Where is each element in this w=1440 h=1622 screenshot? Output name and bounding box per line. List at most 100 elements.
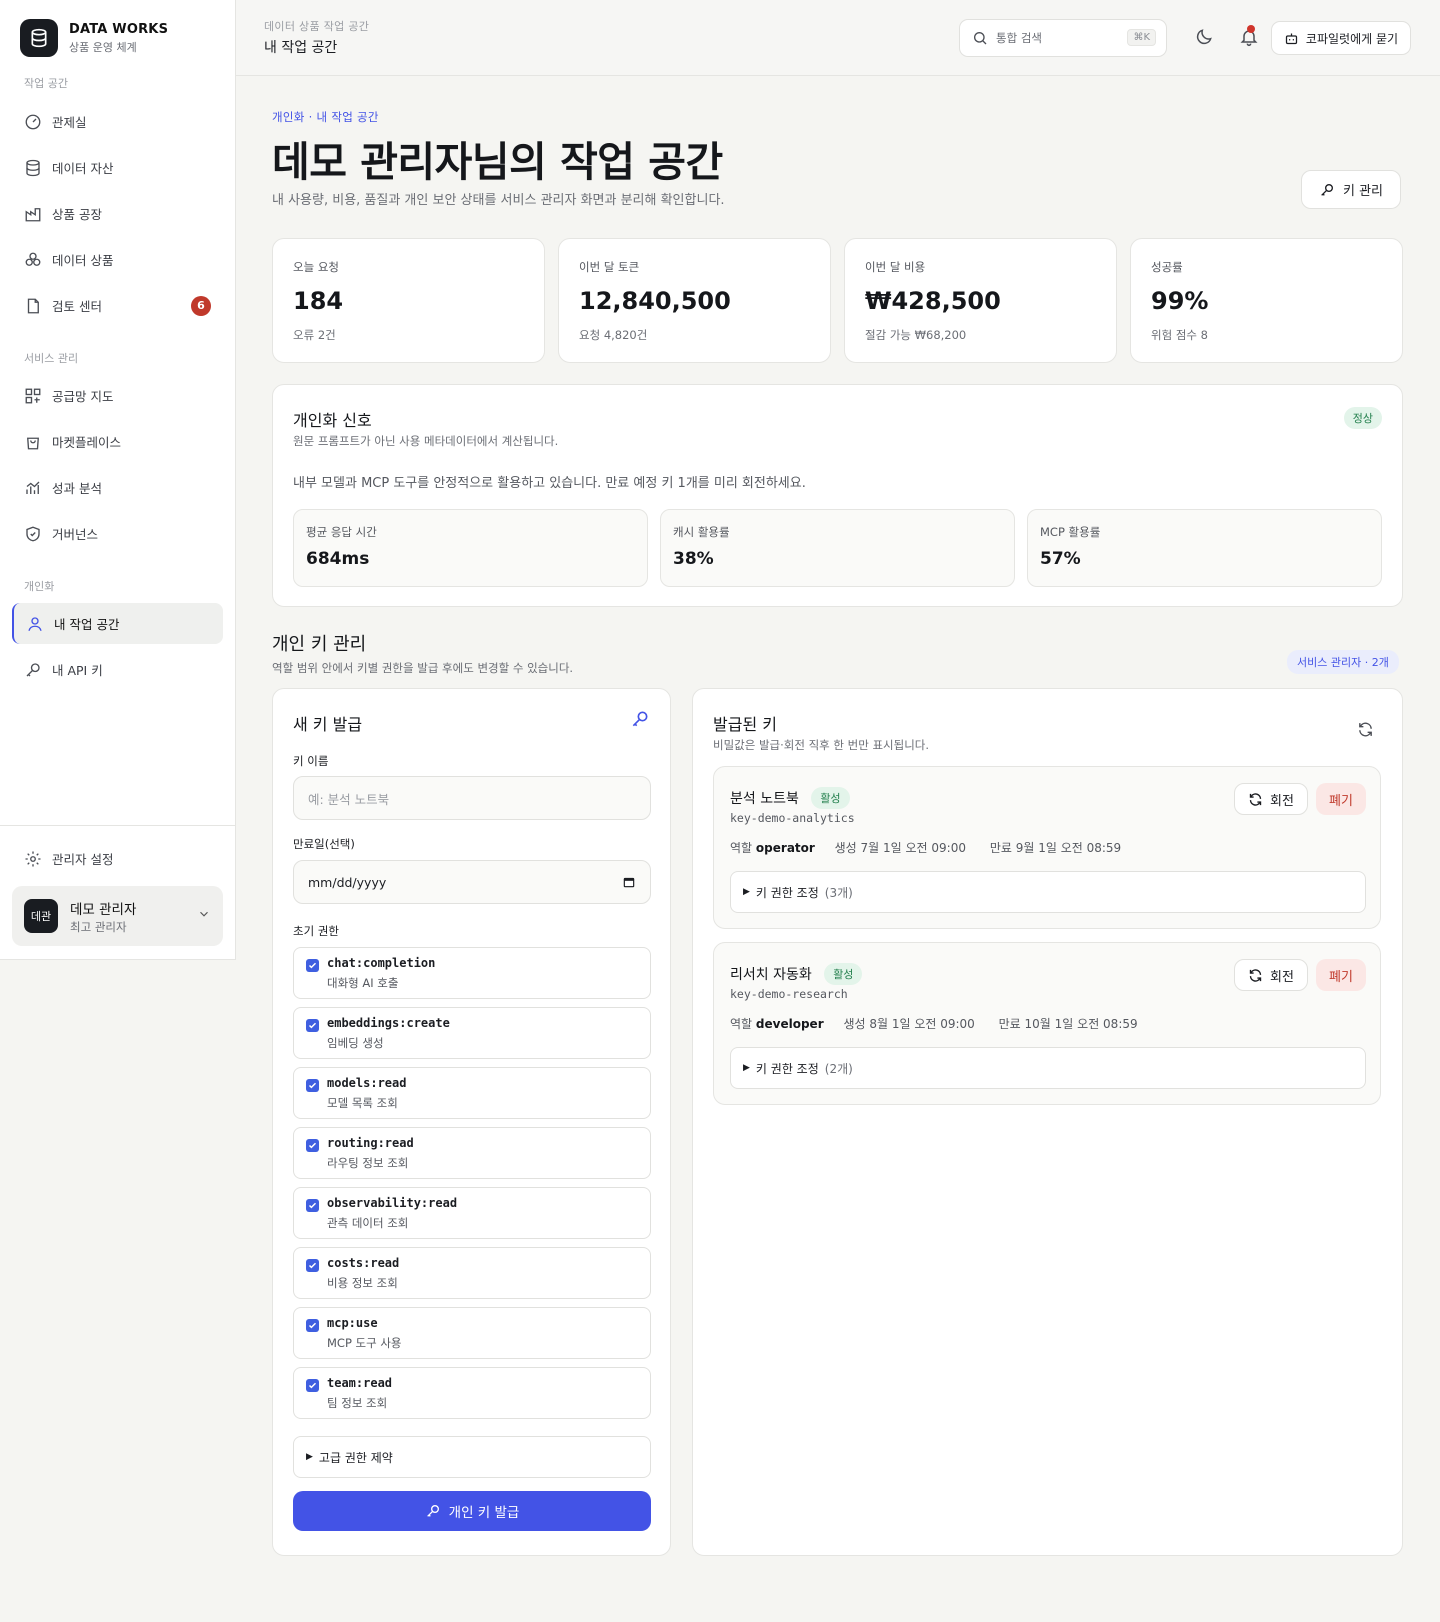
- permission-option[interactable]: team:read 팀 정보 조회: [293, 1367, 651, 1419]
- rotate-key-button[interactable]: 회전: [1234, 959, 1308, 991]
- permission-code: team:read: [327, 1376, 393, 1390]
- revoke-key-button[interactable]: 폐기: [1316, 783, 1366, 815]
- key-manage-button[interactable]: 키 관리: [1301, 170, 1401, 209]
- checkbox-checked-icon[interactable]: [306, 1199, 319, 1212]
- permission-option[interactable]: routing:read 라우팅 정보 조회: [293, 1127, 651, 1179]
- checkbox-checked-icon[interactable]: [306, 1139, 319, 1152]
- search-placeholder: 통합 검색: [996, 31, 1042, 45]
- sidebar-item-my-api-keys[interactable]: 내 API 키: [12, 649, 223, 690]
- checkbox-checked-icon[interactable]: [306, 1259, 319, 1272]
- sidebar-item-marketplace[interactable]: 마켓플레이스: [12, 421, 223, 462]
- stat-card-monthly-cost: 이번 달 비용 ₩428,500 절감 가능 ₩68,200: [844, 238, 1117, 363]
- key-name-text: 리서치 자동화: [730, 967, 812, 983]
- issued-keys-panel: 발급된 키 비밀값은 발급·회전 직후 한 번만 표시됩니다. 분석 노트북 활…: [692, 688, 1403, 1556]
- topbar-title: 내 작업 공간: [264, 40, 338, 56]
- metric-value: 57%: [1040, 549, 1081, 569]
- key-permissions-count: (3개): [824, 885, 853, 900]
- issued-keys-description: 비밀값은 발급·회전 직후 한 번만 표시됩니다.: [713, 738, 930, 752]
- metric-cache-usage: 캐시 활용률 38%: [660, 509, 1015, 587]
- stat-card-success-rate: 성공률 99% 위험 점수 8: [1130, 238, 1403, 363]
- key-permissions-toggle[interactable]: ▶ 키 권한 조정 (3개): [730, 871, 1366, 913]
- sidebar-item-performance[interactable]: 성과 분석: [12, 467, 223, 508]
- checkbox-checked-icon[interactable]: [306, 959, 319, 972]
- expires-at: 만료 10월 1일 오전 08:59: [998, 1017, 1138, 1031]
- checkbox-checked-icon[interactable]: [306, 1319, 319, 1332]
- sidebar-item-data-assets[interactable]: 데이터 자산: [12, 147, 223, 188]
- sidebar-item-label: 공급망 지도: [52, 389, 114, 404]
- permission-description: 라우팅 정보 조회: [327, 1156, 409, 1170]
- permission-code: costs:read: [327, 1256, 400, 1270]
- sidebar-item-control-room[interactable]: 관제실: [12, 101, 223, 142]
- brand[interactable]: DATA WORKS 상품 운영 체계: [20, 19, 168, 57]
- key-icon: [24, 661, 42, 679]
- sidebar-item-my-workspace[interactable]: 내 작업 공간: [12, 603, 223, 644]
- moon-icon[interactable]: [1194, 27, 1214, 47]
- breadcrumb: 데이터 상품 작업 공간: [264, 20, 370, 33]
- permission-description: 임베딩 생성: [327, 1036, 384, 1050]
- permission-option[interactable]: observability:read 관측 데이터 조회: [293, 1187, 651, 1239]
- stat-sub: 오류 2건: [293, 328, 336, 342]
- sidebar-item-governance[interactable]: 거버넌스: [12, 513, 223, 554]
- permission-description: 비용 정보 조회: [327, 1276, 398, 1290]
- gauge-icon: [24, 113, 42, 131]
- bot-icon: [1284, 31, 1306, 46]
- revoke-key-button[interactable]: 폐기: [1316, 959, 1366, 991]
- permission-option[interactable]: mcp:use MCP 도구 사용: [293, 1307, 651, 1359]
- key-permissions-label: 키 권한 조정: [755, 885, 819, 900]
- sidebar-item-label: 내 작업 공간: [54, 617, 120, 632]
- stat-sub: 절감 가능 ₩68,200: [865, 328, 967, 342]
- issue-key-button[interactable]: 개인 키 발급: [293, 1491, 651, 1531]
- status-badge: 정상: [1343, 407, 1382, 429]
- advanced-constraints-toggle[interactable]: ▶ 고급 권한 제약: [293, 1436, 651, 1478]
- signal-description: 원문 프롬프트가 아닌 사용 메타데이터에서 계산됩니다.: [293, 434, 559, 448]
- permission-description: 팀 정보 조회: [327, 1396, 388, 1410]
- permission-option[interactable]: models:read 모델 목록 조회: [293, 1067, 651, 1119]
- permission-option[interactable]: chat:completion 대화형 AI 호출: [293, 947, 651, 999]
- checkbox-checked-icon[interactable]: [306, 1079, 319, 1092]
- metric-avg-response: 평균 응답 시간 684ms: [293, 509, 648, 587]
- metric-label: MCP 활용률: [1040, 525, 1101, 539]
- checkbox-checked-icon[interactable]: [306, 1379, 319, 1392]
- permission-option[interactable]: costs:read 비용 정보 조회: [293, 1247, 651, 1299]
- key-name-input[interactable]: 예: 분석 노트북: [293, 776, 651, 820]
- sidebar-item-admin-settings[interactable]: 관리자 설정: [12, 838, 223, 879]
- key-meta: 역할 operator 생성 7월 1일 오전 09:00 만료 9월 1일 오…: [730, 839, 1121, 856]
- key-icon: [1319, 182, 1343, 198]
- rotate-key-button[interactable]: 회전: [1234, 783, 1308, 815]
- sidebar-item-data-products[interactable]: 데이터 상품: [12, 239, 223, 280]
- expires-at: 만료 9월 1일 오전 08:59: [989, 841, 1122, 855]
- gear-icon: [24, 850, 42, 868]
- refresh-icon[interactable]: [1357, 721, 1374, 738]
- metric-mcp-usage: MCP 활용률 57%: [1027, 509, 1382, 587]
- sidebar-item-label: 상품 공장: [52, 207, 102, 222]
- sidebar-item-supply-map[interactable]: 공급망 지도: [12, 375, 223, 416]
- topbar: 데이터 상품 작업 공간 내 작업 공간 통합 검색 ⌘K 코파일럿에게 묻기: [236, 0, 1440, 76]
- key-permissions-toggle[interactable]: ▶ 키 권한 조정 (2개): [730, 1047, 1366, 1089]
- new-key-form: 새 키 발급 키 이름 예: 분석 노트북 만료일(선택) mm/dd/yyyy…: [272, 688, 671, 1556]
- expiry-date-input[interactable]: mm/dd/yyyy: [293, 860, 651, 904]
- triangle-right-icon: ▶: [306, 1452, 313, 1462]
- calendar-icon[interactable]: [622, 875, 636, 889]
- sidebar-item-label: 내 API 키: [52, 663, 103, 678]
- key-id: key-demo-analytics: [730, 811, 855, 825]
- sidebar-item-label: 관제실: [52, 115, 87, 130]
- chart-icon: [24, 479, 42, 497]
- metric-label: 평균 응답 시간: [306, 525, 377, 539]
- ask-copilot-button[interactable]: 코파일럿에게 묻기: [1271, 21, 1411, 55]
- user-menu[interactable]: 데관 데모 관리자 최고 관리자: [12, 886, 223, 946]
- metric-value: 684ms: [306, 549, 370, 569]
- key-id: key-demo-research: [730, 987, 848, 1001]
- chevron-down-icon: [197, 907, 211, 921]
- permission-option[interactable]: embeddings:create 임베딩 생성: [293, 1007, 651, 1059]
- checkbox-checked-icon[interactable]: [306, 1019, 319, 1032]
- sidebar-item-review-center[interactable]: 검토 센터 6: [12, 285, 223, 326]
- stat-label: 오늘 요청: [293, 260, 339, 274]
- key-card: 분석 노트북 활성 key-demo-analytics 역할 operator…: [713, 766, 1381, 929]
- key-name: 분석 노트북 활성: [730, 787, 850, 809]
- key-permissions-count: (2개): [824, 1061, 853, 1076]
- permission-code: mcp:use: [327, 1316, 378, 1330]
- advanced-constraints-label: 고급 권한 제약: [318, 1450, 393, 1465]
- created-at: 생성 7월 1일 오전 09:00: [834, 841, 966, 855]
- search-input[interactable]: 통합 검색 ⌘K: [959, 19, 1167, 57]
- sidebar-item-product-factory[interactable]: 상품 공장: [12, 193, 223, 234]
